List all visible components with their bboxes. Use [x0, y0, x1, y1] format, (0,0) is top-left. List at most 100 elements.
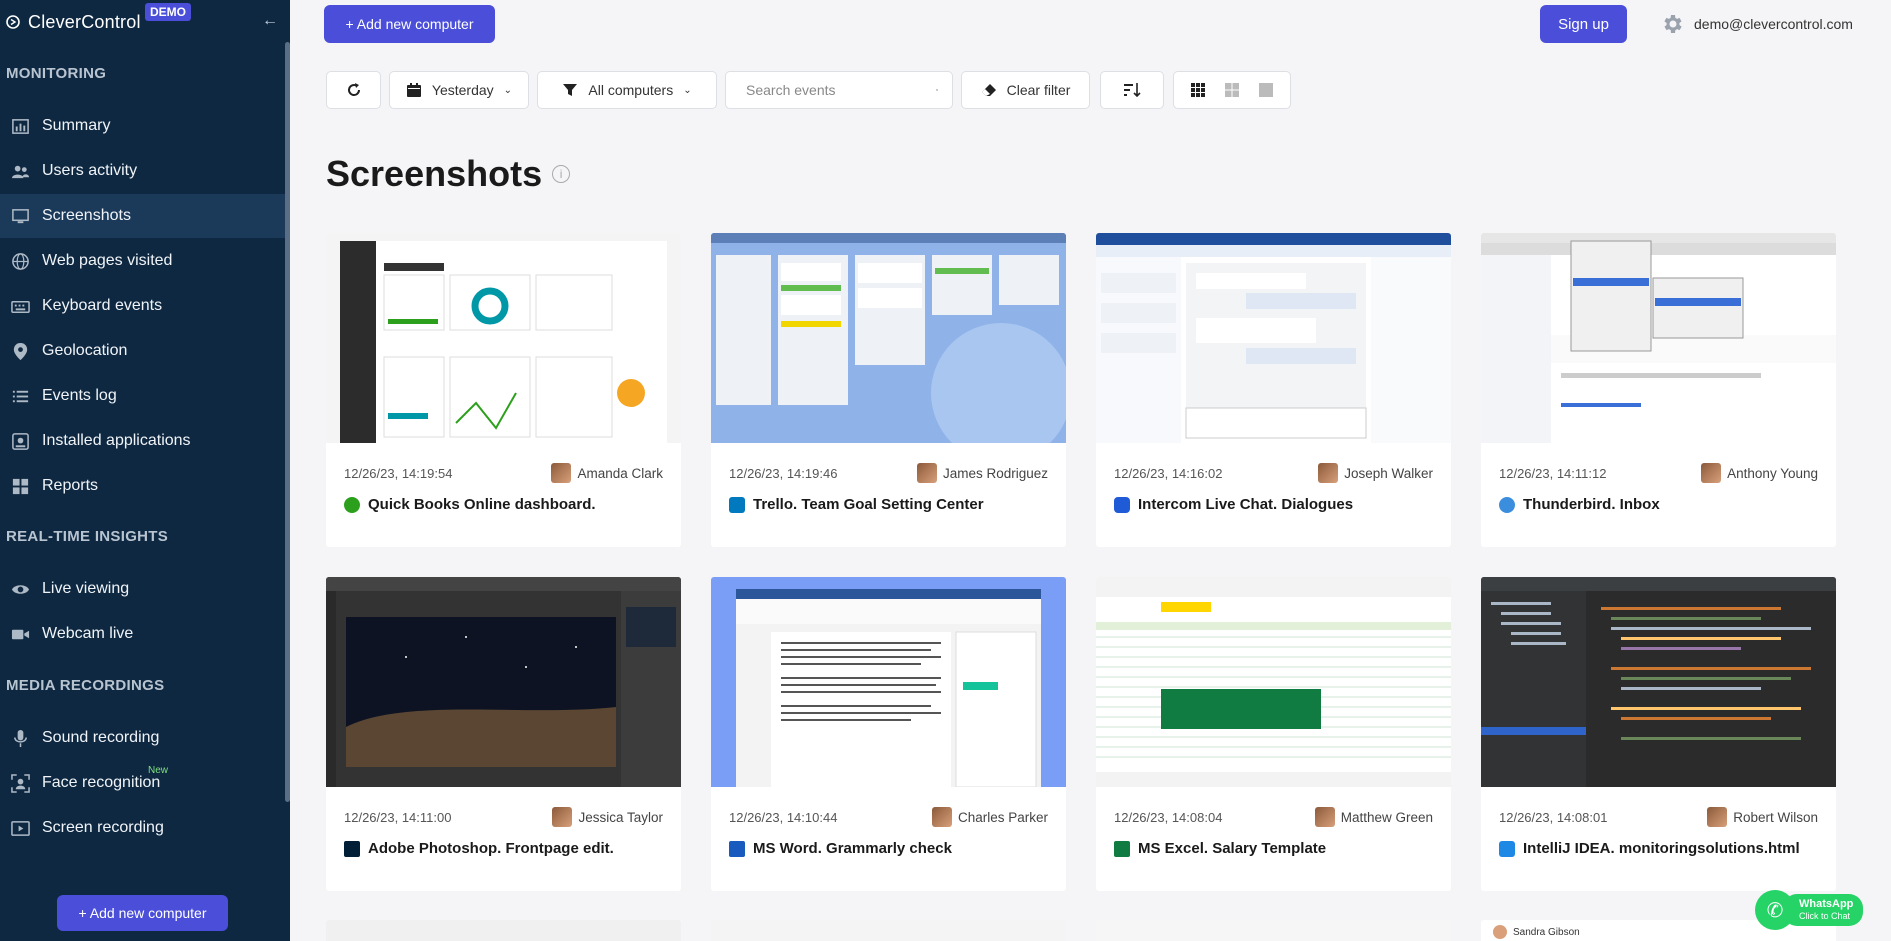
- user-info[interactable]: Matthew Green: [1314, 807, 1433, 827]
- card-meta: 12/26/23, 14:10:44 Charles Parker: [729, 807, 1048, 827]
- sidebar-item-label: Screen recording: [42, 819, 164, 836]
- sidebar-item-summary[interactable]: Summary: [0, 104, 285, 148]
- signup-button[interactable]: Sign up: [1540, 5, 1627, 43]
- sidebar-item-label: Sound recording: [42, 729, 160, 746]
- sidebar-item-screen-recording[interactable]: Screen recording: [0, 806, 285, 850]
- add-computer-button[interactable]: + Add new computer: [324, 5, 495, 43]
- chart-bar-icon: [10, 116, 30, 136]
- sidebar-item-screenshots[interactable]: Screenshots: [0, 194, 285, 238]
- sidebar-item-events-log[interactable]: Events log: [0, 374, 285, 418]
- user-info[interactable]: Charles Parker: [931, 807, 1048, 827]
- screenshot-card[interactable]: 12/26/23, 14:19:54 Amanda Clark Quick Bo…: [326, 233, 681, 547]
- screenshot-thumbnail[interactable]: [326, 577, 681, 787]
- screenshot-thumbnail[interactable]: [711, 233, 1066, 443]
- sidebar-item-webcam-live[interactable]: Webcam live: [0, 612, 285, 656]
- screenshot-card[interactable]: 12/26/23, 14:11:00 Jessica Taylor Adobe …: [326, 577, 681, 891]
- screenshot-card-partial[interactable]: [1096, 920, 1451, 941]
- caption-text: Adobe Photoshop. Frontpage edit.: [368, 840, 614, 857]
- user-name: James Rodriguez: [942, 465, 1048, 481]
- search-icon[interactable]: [936, 82, 938, 98]
- sidebar-item-web-pages[interactable]: Web pages visited: [0, 239, 285, 283]
- gear-icon: [1664, 15, 1682, 33]
- section-monitoring: MONITORING: [6, 65, 107, 82]
- screenshot-card[interactable]: 12/26/23, 14:08:01 Robert Wilson Intelli…: [1481, 577, 1836, 891]
- intercom-app-icon: [1114, 496, 1130, 513]
- logo-icon: [6, 15, 20, 29]
- screenshot-thumbnail[interactable]: [1481, 233, 1836, 443]
- sidebar-item-label: Keyboard events: [42, 297, 163, 314]
- avatar: [1318, 463, 1339, 483]
- screenshot-thumbnail[interactable]: [326, 233, 681, 443]
- sidebar-scrollbar[interactable]: [285, 42, 290, 802]
- date-filter-dropdown[interactable]: Yesterday ⌄: [389, 71, 529, 109]
- collapse-sidebar-icon[interactable]: ←: [262, 12, 278, 30]
- user-name: Robert Wilson: [1733, 809, 1818, 825]
- user-info[interactable]: Joseph Walker: [1318, 463, 1433, 483]
- clear-filter-button[interactable]: Clear filter: [961, 71, 1090, 109]
- whatsapp-chat-button[interactable]: ✆ WhatsApp Click to Chat: [1755, 890, 1867, 930]
- card-meta: 12/26/23, 14:16:02 Joseph Walker: [1114, 463, 1433, 483]
- page-title-text: Screenshots: [326, 153, 543, 194]
- globe-icon: [10, 251, 30, 271]
- sort-button[interactable]: [1100, 71, 1164, 109]
- sidebar-add-computer-button[interactable]: + Add new computer: [57, 895, 228, 931]
- screenshot-card-partial[interactable]: [326, 920, 681, 941]
- sidebar-item-face-recognition[interactable]: Face recognition New: [0, 761, 285, 805]
- screenshot-card[interactable]: 12/26/23, 14:10:44 Charles Parker MS Wor…: [711, 577, 1066, 891]
- sidebar-item-installed-apps[interactable]: Installed applications: [0, 419, 285, 463]
- screenshot-card-partial[interactable]: [711, 920, 1066, 941]
- small-grid-view-icon[interactable]: [1186, 78, 1210, 102]
- avatar: [1493, 925, 1507, 939]
- quickbooks-app-icon: [344, 496, 360, 513]
- sidebar-item-users-activity[interactable]: Users activity: [0, 149, 285, 193]
- screenshot-card[interactable]: 12/26/23, 14:16:02 Joseph Walker Interco…: [1096, 233, 1451, 547]
- timestamp: 12/26/23, 14:16:02: [1114, 465, 1223, 481]
- sidebar-item-reports[interactable]: Reports: [0, 464, 285, 508]
- video-camera-icon: [10, 624, 30, 644]
- sort-icon: [1124, 83, 1141, 98]
- grid-icon: [10, 476, 30, 496]
- app-install-icon: [10, 431, 30, 451]
- user-info[interactable]: Robert Wilson: [1707, 807, 1818, 827]
- avatar: [1314, 807, 1335, 827]
- sidebar-item-label: Webcam live: [42, 625, 134, 642]
- sidebar-item-keyboard-events[interactable]: Keyboard events: [0, 284, 285, 328]
- screenshot-thumbnail[interactable]: [1096, 233, 1451, 443]
- user-menu[interactable]: demo@clevercontrol.com: [1660, 12, 1853, 36]
- medium-grid-view-icon[interactable]: [1220, 78, 1244, 102]
- search-input[interactable]: [746, 82, 926, 98]
- refresh-icon: [347, 83, 360, 96]
- user-info[interactable]: Anthony Young: [1701, 463, 1818, 483]
- sidebar-item-sound-recording[interactable]: Sound recording: [0, 716, 285, 760]
- computer-filter-dropdown[interactable]: All computers ⌄: [537, 71, 717, 109]
- refresh-button[interactable]: [326, 71, 381, 109]
- search-box[interactable]: [725, 71, 953, 109]
- whatsapp-icon: ✆: [1755, 890, 1795, 930]
- screenshot-thumbnail[interactable]: [711, 577, 1066, 787]
- sidebar-item-live-viewing[interactable]: Live viewing: [0, 567, 285, 611]
- large-view-icon[interactable]: [1254, 78, 1278, 102]
- user-info[interactable]: James Rodriguez: [916, 463, 1048, 483]
- info-icon[interactable]: i: [552, 165, 571, 183]
- screenshot-card[interactable]: 12/26/23, 14:19:46 James Rodriguez Trell…: [711, 233, 1066, 547]
- screenshot-card[interactable]: 12/26/23, 14:08:04 Matthew Green MS Exce…: [1096, 577, 1451, 891]
- user-info[interactable]: Jessica Taylor: [552, 807, 663, 827]
- chevron-down-icon: ⌄: [683, 84, 692, 96]
- card-meta: 12/26/23, 14:11:00 Jessica Taylor: [344, 807, 663, 827]
- photoshop-app-icon: [344, 840, 360, 857]
- trello-app-icon: [729, 496, 745, 513]
- brand[interactable]: CleverControl: [6, 10, 141, 34]
- screenshot-thumbnail[interactable]: [1481, 577, 1836, 787]
- user-name: Matthew Green: [1340, 809, 1433, 825]
- clear-filter-label: Clear filter: [1006, 82, 1071, 98]
- avatar: [916, 463, 937, 483]
- sidebar-item-geolocation[interactable]: Geolocation: [0, 329, 285, 373]
- user-info[interactable]: Amanda Clark: [551, 463, 663, 483]
- screenshot-thumbnail[interactable]: [1096, 577, 1451, 787]
- screenshot-card[interactable]: 12/26/23, 14:11:12 Anthony Young Thunder…: [1481, 233, 1836, 547]
- caption-text: Trello. Team Goal Setting Center: [753, 496, 984, 513]
- computer-filter-label: All computers: [588, 82, 674, 98]
- filter-icon: [563, 84, 578, 96]
- user-name: Charles Parker: [957, 809, 1048, 825]
- avatar: [551, 463, 572, 483]
